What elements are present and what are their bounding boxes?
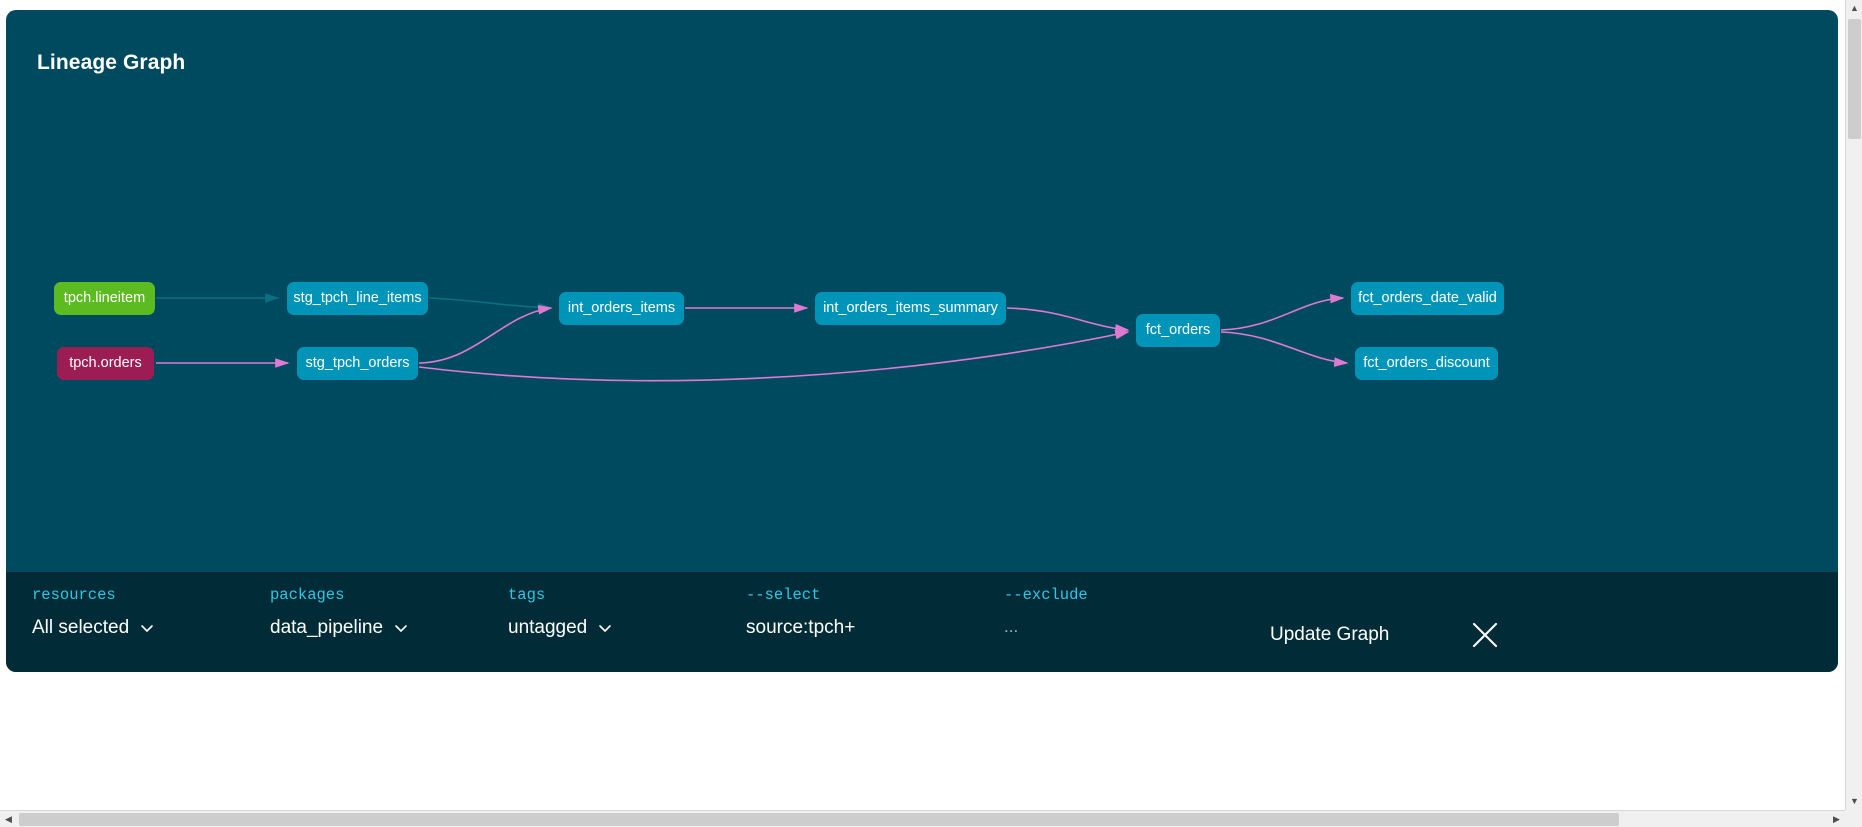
graph-control-bar: resources All selected packages data_pip… xyxy=(6,572,1838,672)
graph-node-fct-orders[interactable]: fct_orders xyxy=(1136,314,1220,347)
graph-node-label: int_orders_items_summary xyxy=(823,300,998,316)
control-label-tags: tags xyxy=(508,586,546,604)
edge-stgorders-to-fctorders xyxy=(418,329,1130,382)
graph-node-label: stg_tpch_orders xyxy=(305,355,410,371)
graph-node-label: fct_orders_date_valid xyxy=(1358,290,1497,306)
update-graph-button[interactable]: Update Graph xyxy=(1270,624,1389,646)
edge-fctorders-to-datevalid xyxy=(1220,293,1345,331)
graph-node-label: int_orders_items xyxy=(567,300,676,316)
graph-node-int-orders-items-summary[interactable]: int_orders_items_summary xyxy=(815,292,1006,325)
control-value-select[interactable]: source:tpch+ xyxy=(746,617,855,639)
control-exclude: --exclude ... xyxy=(1004,586,1088,637)
scroll-up-arrow[interactable]: ▲ xyxy=(1846,0,1862,17)
graph-node-label: fct_orders xyxy=(1145,322,1211,338)
graph-node-int-orders-items[interactable]: int_orders_items xyxy=(559,292,684,325)
control-value-resources[interactable]: All selected xyxy=(32,617,129,639)
graph-node-tpch-orders[interactable]: tpch.orders xyxy=(57,347,154,380)
horizontal-scroll-thumb[interactable] xyxy=(19,813,1619,826)
control-select: --select source:tpch+ xyxy=(746,586,855,639)
graph-node-fct-orders-discount[interactable]: fct_orders_discount xyxy=(1355,347,1498,380)
control-tags: tags untagged xyxy=(508,586,613,639)
graph-node-label: tpch.orders xyxy=(69,355,142,371)
control-value-exclude[interactable]: ... xyxy=(1004,617,1018,637)
chevron-down-icon[interactable] xyxy=(597,620,613,636)
graph-node-tpch-lineitem[interactable]: tpch.lineitem xyxy=(54,282,155,315)
control-label-exclude: --exclude xyxy=(1004,586,1088,604)
scroll-right-arrow[interactable]: ▶ xyxy=(1828,811,1845,827)
app-root: Lineage Graph tpch.lineitem tpch.orders … xyxy=(0,0,1862,827)
scroll-down-arrow[interactable]: ▼ xyxy=(1846,793,1862,810)
vertical-scrollbar[interactable]: ▲ ▼ xyxy=(1845,0,1862,810)
edge-stgorders-to-intitems xyxy=(418,305,553,364)
control-value-tags[interactable]: untagged xyxy=(508,617,587,639)
close-icon[interactable] xyxy=(1469,619,1501,651)
horizontal-scrollbar[interactable]: ◀ ▶ xyxy=(0,810,1845,827)
chevron-down-icon[interactable] xyxy=(393,620,409,636)
control-label-packages: packages xyxy=(270,586,345,604)
graph-node-stg-tpch-line-items[interactable]: stg_tpch_line_items xyxy=(287,282,428,315)
edge-fctorders-to-discount xyxy=(1220,331,1349,367)
graph-node-label: stg_tpch_line_items xyxy=(293,290,422,306)
chevron-down-icon[interactable] xyxy=(139,620,155,636)
edge-stgline-to-intitems xyxy=(428,297,553,313)
graph-node-label: tpch.lineitem xyxy=(63,290,146,306)
control-packages: packages data_pipeline xyxy=(270,586,409,639)
control-label-select: --select xyxy=(746,586,821,604)
scroll-left-arrow[interactable]: ◀ xyxy=(0,811,17,827)
control-resources: resources All selected xyxy=(32,586,155,639)
scroll-viewport: Lineage Graph tpch.lineitem tpch.orders … xyxy=(0,0,1845,810)
graph-node-fct-orders-date-valid[interactable]: fct_orders_date_valid xyxy=(1351,282,1504,315)
edge-summary-to-fctorders xyxy=(1006,307,1130,334)
scrollbar-corner xyxy=(1845,810,1862,827)
control-label-resources: resources xyxy=(32,586,116,604)
graph-node-label: fct_orders_discount xyxy=(1363,355,1490,371)
control-value-packages[interactable]: data_pipeline xyxy=(270,617,383,639)
graph-node-stg-tpch-orders[interactable]: stg_tpch_orders xyxy=(297,347,418,380)
vertical-scroll-thumb[interactable] xyxy=(1848,19,1861,139)
